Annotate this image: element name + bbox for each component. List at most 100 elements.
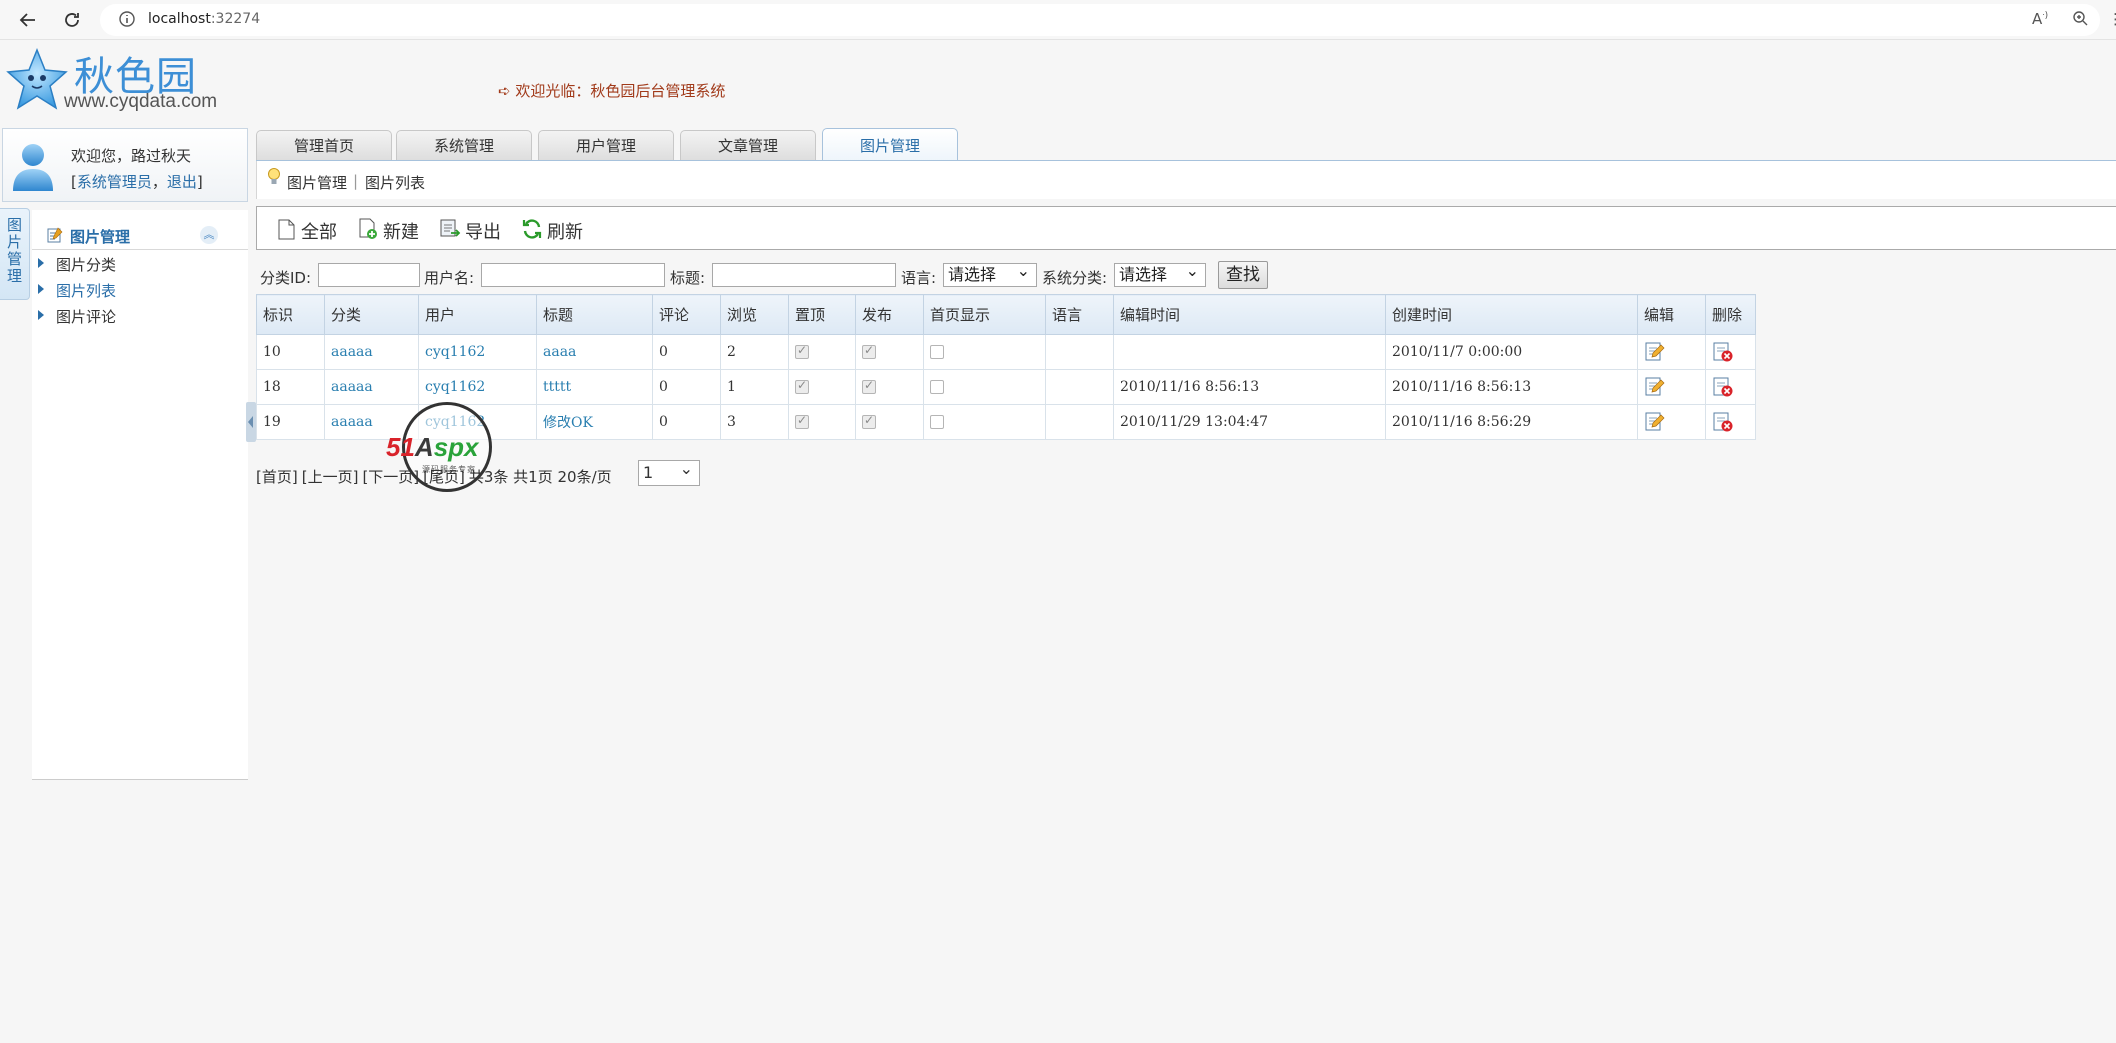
user-link[interactable]: cyq1162 [425, 379, 485, 395]
back-button[interactable] [14, 6, 42, 34]
last-page-link[interactable]: [尾页] [423, 468, 465, 486]
next-page-link[interactable]: [下一页] [362, 468, 419, 486]
column-header-comments[interactable]: 评论 [652, 294, 721, 335]
tab-picture-management[interactable]: 图片管理 [822, 128, 958, 161]
title-link[interactable]: aaaa [543, 344, 576, 360]
edit-icon[interactable] [1644, 411, 1666, 433]
collapse-up-icon[interactable]: ︽ [200, 226, 218, 244]
cell-delete [1705, 334, 1756, 370]
publish-checkbox[interactable] [862, 378, 876, 394]
toolbar-label: 刷新 [547, 222, 583, 243]
column-header-edit: 编辑 [1637, 294, 1706, 335]
column-header-category[interactable]: 分类 [324, 294, 419, 335]
breadcrumb-item[interactable]: 图片管理 [287, 172, 347, 193]
page-summary: 共3条 共1页 20条/页 [468, 468, 612, 486]
edit-icon[interactable] [1644, 376, 1666, 398]
first-page-link[interactable]: [首页] [256, 468, 298, 486]
url-host: localhost [148, 11, 211, 27]
column-header-publish[interactable]: 发布 [855, 294, 924, 335]
triangle-right-icon [38, 284, 44, 294]
role-line: [系统管理员，退出] [71, 171, 203, 192]
tab-user-management[interactable]: 用户管理 [538, 130, 674, 160]
page-select[interactable]: 1 [638, 457, 700, 486]
search-button[interactable]: 查找 [1218, 261, 1268, 289]
home-display-checkbox[interactable] [930, 345, 944, 359]
cell-id: 19 [256, 404, 325, 440]
publish-checkbox[interactable] [862, 413, 876, 429]
top-checkbox[interactable] [795, 343, 809, 359]
site-info-icon[interactable] [118, 10, 136, 32]
title-link[interactable]: ttttt [543, 379, 571, 395]
category-link[interactable]: aaaaa [331, 379, 373, 395]
cell-views: 2 [720, 334, 789, 370]
sidebar-header[interactable]: 图片管理 ︽ [32, 220, 248, 250]
cell-home-display [923, 334, 1046, 370]
column-header-views[interactable]: 浏览 [720, 294, 789, 335]
back-arrow-icon [19, 13, 35, 27]
site-logo: 秋色园 www.cyqdata.com [4, 44, 224, 116]
side-tab-char: 理 [6, 267, 22, 285]
toolbar-label: 全部 [301, 222, 337, 243]
title-link[interactable]: 修改OK [543, 415, 593, 431]
url-port: :32274 [210, 11, 261, 27]
system-category-select[interactable]: 请选择 [1114, 260, 1206, 287]
cell-create-time: 2010/11/16 8:56:29 [1385, 404, 1638, 440]
tab-system-management[interactable]: 系统管理 [396, 130, 532, 160]
delete-icon[interactable] [1712, 411, 1734, 433]
refresh-icon [522, 219, 542, 239]
category-link[interactable]: aaaaa [331, 344, 373, 360]
read-aloud-icon[interactable]: Aᐧ) [2032, 10, 2048, 28]
breadcrumb-separator: | [353, 172, 359, 190]
new-document-icon [359, 218, 377, 239]
home-display-checkbox[interactable] [930, 415, 944, 429]
comma: ， [151, 173, 167, 191]
home-display-checkbox[interactable] [930, 380, 944, 394]
sidebar-item-picture-list[interactable]: 图片列表 [32, 278, 248, 302]
category-id-input[interactable] [318, 263, 420, 287]
reload-button[interactable] [58, 6, 86, 34]
cell-language [1045, 404, 1114, 440]
publish-checkbox[interactable] [862, 343, 876, 359]
breadcrumb-item-current[interactable]: 图片列表 [365, 172, 425, 193]
top-checkbox[interactable] [795, 378, 809, 394]
username-input[interactable] [481, 263, 665, 287]
side-tab-picture-management[interactable]: 图 片 管 理 [0, 208, 30, 300]
category-link[interactable]: aaaaa [331, 414, 373, 430]
top-checkbox[interactable] [795, 413, 809, 429]
more-icon[interactable]: ⋮ [2108, 10, 2116, 28]
cell-views-text: 1 [727, 379, 736, 395]
language-select-value: 请选择 [948, 265, 997, 284]
column-header-edit-time[interactable]: 编辑时间 [1113, 294, 1386, 335]
sidebar-item-picture-category[interactable]: 图片分类 [32, 252, 248, 276]
user-link[interactable]: cyq1162 [425, 344, 485, 360]
cell-publish [855, 334, 924, 370]
sidebar-collapse-handle[interactable] [246, 402, 256, 442]
cell-comments-text: 0 [659, 344, 668, 360]
tab-admin-home[interactable]: 管理首页 [256, 130, 392, 160]
column-header-top[interactable]: 置顶 [788, 294, 856, 335]
table-header-row: 标识 分类 用户 标题 评论 浏览 置顶 发布 首页显示 语言 编辑时间 创建时… [256, 294, 1756, 335]
tab-article-management[interactable]: 文章管理 [680, 130, 816, 160]
reload-icon [65, 13, 79, 27]
address-bar[interactable]: localhost:32274 [100, 4, 2100, 36]
column-header-home-display[interactable]: 首页显示 [923, 294, 1046, 335]
edit-icon[interactable] [1644, 341, 1666, 363]
user-link[interactable]: cyq1162 [425, 414, 485, 430]
column-header-language[interactable]: 语言 [1045, 294, 1114, 335]
zoom-icon[interactable] [2072, 10, 2088, 30]
role-link[interactable]: 系统管理员 [77, 173, 152, 191]
cell-title: aaaa [536, 334, 653, 370]
delete-icon[interactable] [1712, 341, 1734, 363]
logout-link[interactable]: 退出 [167, 173, 197, 191]
sidebar-item-picture-comments[interactable]: 图片评论 [32, 304, 248, 328]
column-header-create-time[interactable]: 创建时间 [1385, 294, 1638, 335]
prev-page-link[interactable]: [上一页] [302, 468, 359, 486]
delete-icon[interactable] [1712, 376, 1734, 398]
language-select[interactable]: 请选择 [943, 260, 1037, 287]
cell-views-text: 2 [727, 344, 736, 360]
column-header-id[interactable]: 标识 [256, 294, 325, 335]
title-input[interactable] [712, 263, 896, 287]
column-header-user[interactable]: 用户 [418, 294, 537, 335]
column-header-title[interactable]: 标题 [536, 294, 653, 335]
cell-language [1045, 334, 1114, 370]
